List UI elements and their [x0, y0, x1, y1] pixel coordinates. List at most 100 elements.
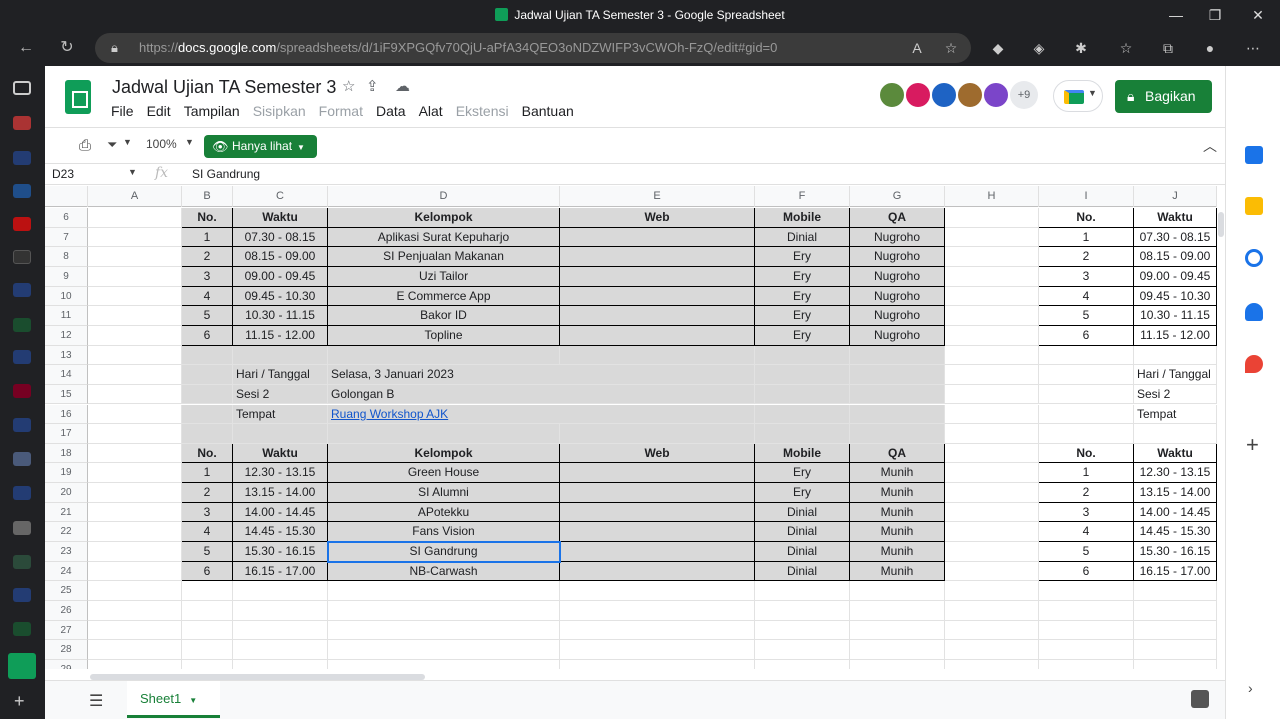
- table-cell[interactable]: [233, 581, 328, 601]
- table-cell-no[interactable]: 5: [182, 542, 233, 562]
- table-cell[interactable]: [945, 561, 1039, 582]
- table-cell[interactable]: [1039, 659, 1134, 669]
- table-cell-web[interactable]: [560, 483, 755, 503]
- header-cell-waktu[interactable]: Waktu: [1134, 208, 1217, 228]
- table-cell[interactable]: [88, 443, 182, 464]
- row-header[interactable]: 18: [45, 443, 88, 464]
- info-cell[interactable]: [850, 365, 945, 385]
- table-cell[interactable]: [1134, 345, 1217, 366]
- table-cell[interactable]: [88, 247, 182, 267]
- collaborator-avatar[interactable]: [982, 81, 1010, 109]
- table-cell[interactable]: [1039, 581, 1134, 601]
- table-cell[interactable]: [945, 620, 1039, 641]
- tab-favicon-icon[interactable]: [13, 452, 31, 466]
- tab-actions-icon[interactable]: [13, 81, 31, 95]
- table-cell-qa[interactable]: Nugroho: [850, 286, 945, 307]
- row-header[interactable]: 25: [45, 581, 88, 601]
- zoom-select[interactable]: 100%: [146, 137, 177, 151]
- tab-favicon-icon[interactable]: [13, 588, 31, 602]
- row-header[interactable]: 22: [45, 522, 88, 543]
- table-cell-waktu[interactable]: 11.15 - 12.00: [233, 325, 328, 346]
- table-cell-web[interactable]: [560, 522, 755, 543]
- table-cell-no[interactable]: 3: [1039, 502, 1134, 523]
- table-cell[interactable]: [233, 659, 328, 669]
- table-cell-mobile[interactable]: Dinial: [755, 522, 850, 543]
- table-cell-kelompok[interactable]: APotekku: [328, 502, 560, 523]
- tasks-icon[interactable]: [1245, 249, 1263, 267]
- table-cell-no[interactable]: 1: [182, 463, 233, 484]
- header-cell-waktu[interactable]: Waktu: [1134, 443, 1217, 464]
- info-label[interactable]: Tempat: [1134, 404, 1217, 425]
- reload-button[interactable]: ↻: [53, 36, 81, 60]
- table-cell[interactable]: [945, 640, 1039, 660]
- contacts-icon[interactable]: [1245, 303, 1263, 321]
- table-cell-no[interactable]: 3: [1039, 266, 1134, 287]
- column-header-c[interactable]: C: [233, 186, 328, 207]
- header-cell-web[interactable]: Web: [560, 208, 755, 228]
- collaborator-avatar[interactable]: [956, 81, 984, 109]
- sheet-tab[interactable]: Sheet1 ▼: [127, 681, 220, 718]
- collapse-menu-icon[interactable]: ︿: [1203, 136, 1217, 156]
- table-cell-qa[interactable]: Nugroho: [850, 266, 945, 287]
- more-menu-icon[interactable]: ⋯: [1241, 36, 1265, 60]
- select-all-corner[interactable]: [45, 186, 88, 207]
- table-cell[interactable]: [1134, 581, 1217, 601]
- table-cell-web[interactable]: [560, 286, 755, 307]
- table-cell[interactable]: [945, 404, 1039, 425]
- table-cell-waktu[interactable]: 11.15 - 12.00: [1134, 325, 1217, 346]
- puzzle-icon[interactable]: ✱: [1069, 36, 1093, 60]
- table-cell[interactable]: [850, 659, 945, 669]
- table-cell[interactable]: [1134, 620, 1217, 641]
- table-cell-kelompok[interactable]: Uzi Tailor: [328, 266, 560, 287]
- table-cell-no[interactable]: 5: [1039, 306, 1134, 326]
- row-header[interactable]: 28: [45, 640, 88, 660]
- row-header[interactable]: 20: [45, 483, 88, 503]
- table-cell-no[interactable]: 4: [1039, 286, 1134, 307]
- table-cell[interactable]: [88, 306, 182, 326]
- close-window-button[interactable]: ✕: [1243, 4, 1273, 26]
- table-cell-waktu[interactable]: 14.00 - 14.45: [1134, 502, 1217, 523]
- table-cell[interactable]: [88, 384, 182, 405]
- table-cell[interactable]: [945, 659, 1039, 669]
- table-cell-waktu[interactable]: 12.30 - 13.15: [233, 463, 328, 484]
- info-cell[interactable]: [755, 424, 850, 444]
- table-cell[interactable]: [88, 266, 182, 287]
- table-cell-kelompok[interactable]: Aplikasi Surat Kepuharjo: [328, 227, 560, 248]
- table-cell[interactable]: [233, 620, 328, 641]
- browser-profile-icon[interactable]: ●: [1198, 36, 1222, 60]
- table-cell[interactable]: [233, 601, 328, 621]
- table-cell-no[interactable]: 2: [1039, 247, 1134, 267]
- table-cell-waktu[interactable]: 15.30 - 16.15: [1134, 542, 1217, 562]
- table-cell[interactable]: [945, 325, 1039, 346]
- view-only-button[interactable]: 👁︎ Hanya lihat ▼: [204, 135, 317, 158]
- calendar-icon[interactable]: [1245, 146, 1263, 164]
- table-cell[interactable]: [945, 463, 1039, 484]
- table-cell[interactable]: [945, 266, 1039, 287]
- table-cell-kelompok[interactable]: SI Penjualan Makanan: [328, 247, 560, 267]
- filter-icon[interactable]: ⏷: [107, 137, 117, 153]
- menu-bantuan[interactable]: Bantuan: [522, 103, 574, 119]
- tab-favicon-icon[interactable]: [13, 555, 31, 569]
- header-cell-no[interactable]: No.: [1039, 208, 1134, 228]
- table-cell-no[interactable]: 4: [182, 522, 233, 543]
- table-cell-waktu[interactable]: 07.30 - 08.15: [233, 227, 328, 248]
- table-cell[interactable]: [88, 659, 182, 669]
- table-cell-waktu[interactable]: 14.00 - 14.45: [233, 502, 328, 523]
- tab-favicon-icon[interactable]: [13, 384, 31, 398]
- table-cell-qa[interactable]: Munih: [850, 463, 945, 484]
- table-cell[interactable]: [1039, 384, 1134, 405]
- row-header[interactable]: 15: [45, 384, 88, 405]
- table-cell-qa[interactable]: Nugroho: [850, 306, 945, 326]
- table-cell-kelompok[interactable]: Green House: [328, 463, 560, 484]
- vertical-scrollbar[interactable]: [1217, 208, 1225, 668]
- table-cell-waktu[interactable]: 16.15 - 17.00: [1134, 561, 1217, 582]
- share-button[interactable]: 🔒︎ Bagikan: [1115, 80, 1212, 113]
- table-cell-mobile[interactable]: Ery: [755, 325, 850, 346]
- table-cell[interactable]: [1039, 640, 1134, 660]
- table-cell[interactable]: [850, 620, 945, 641]
- tab-favicon-icon[interactable]: [13, 283, 31, 297]
- row-header[interactable]: 9: [45, 266, 88, 287]
- table-cell[interactable]: [233, 640, 328, 660]
- chevron-right-icon[interactable]: ›: [1248, 680, 1253, 696]
- menu-edit[interactable]: Edit: [147, 103, 171, 119]
